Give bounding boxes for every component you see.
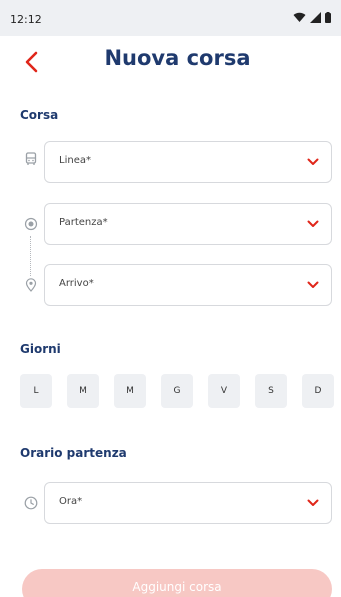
origin-point-icon [24,217,38,231]
linea-label: Linea* [59,155,91,166]
arrivo-label: Arrivo* [59,278,94,289]
arrivo-select[interactable]: Arrivo* [44,264,332,306]
section-title-corsa: Corsa [20,108,59,122]
day-chip-mercoledi[interactable]: M [114,374,146,408]
linea-select[interactable]: Linea* [44,141,332,183]
day-chip-domenica[interactable]: D [302,374,334,408]
partenza-select[interactable]: Partenza* [44,203,332,245]
chevron-down-icon [307,281,319,288]
day-chip-giovedi[interactable]: G [161,374,193,408]
days-selector: L M M G V S D [20,374,334,408]
route-connector [30,236,31,276]
status-bar: 12:12 [0,0,341,36]
chevron-down-icon [307,158,319,165]
clock-icon [24,496,38,510]
ora-select[interactable]: Ora* [44,482,332,524]
location-pin-icon [25,278,37,292]
day-chip-venerdi[interactable]: V [208,374,240,408]
chevron-down-icon [307,499,319,506]
signal-icon [310,12,321,23]
ora-label: Ora* [59,496,83,507]
bus-icon [25,152,37,165]
day-chip-lunedi[interactable]: L [20,374,52,408]
section-title-giorni: Giorni [20,342,61,356]
day-chip-sabato[interactable]: S [255,374,287,408]
section-title-orario: Orario partenza [20,446,127,460]
battery-icon [325,12,331,23]
page-title: Nuova corsa [104,46,251,70]
add-ride-button[interactable]: Aggiungi corsa [22,569,332,597]
partenza-label: Partenza* [59,217,108,228]
status-icons [293,12,331,23]
status-time: 12:12 [10,13,42,26]
wifi-icon [293,12,306,22]
chevron-down-icon [307,220,319,227]
day-chip-martedi[interactable]: M [67,374,99,408]
